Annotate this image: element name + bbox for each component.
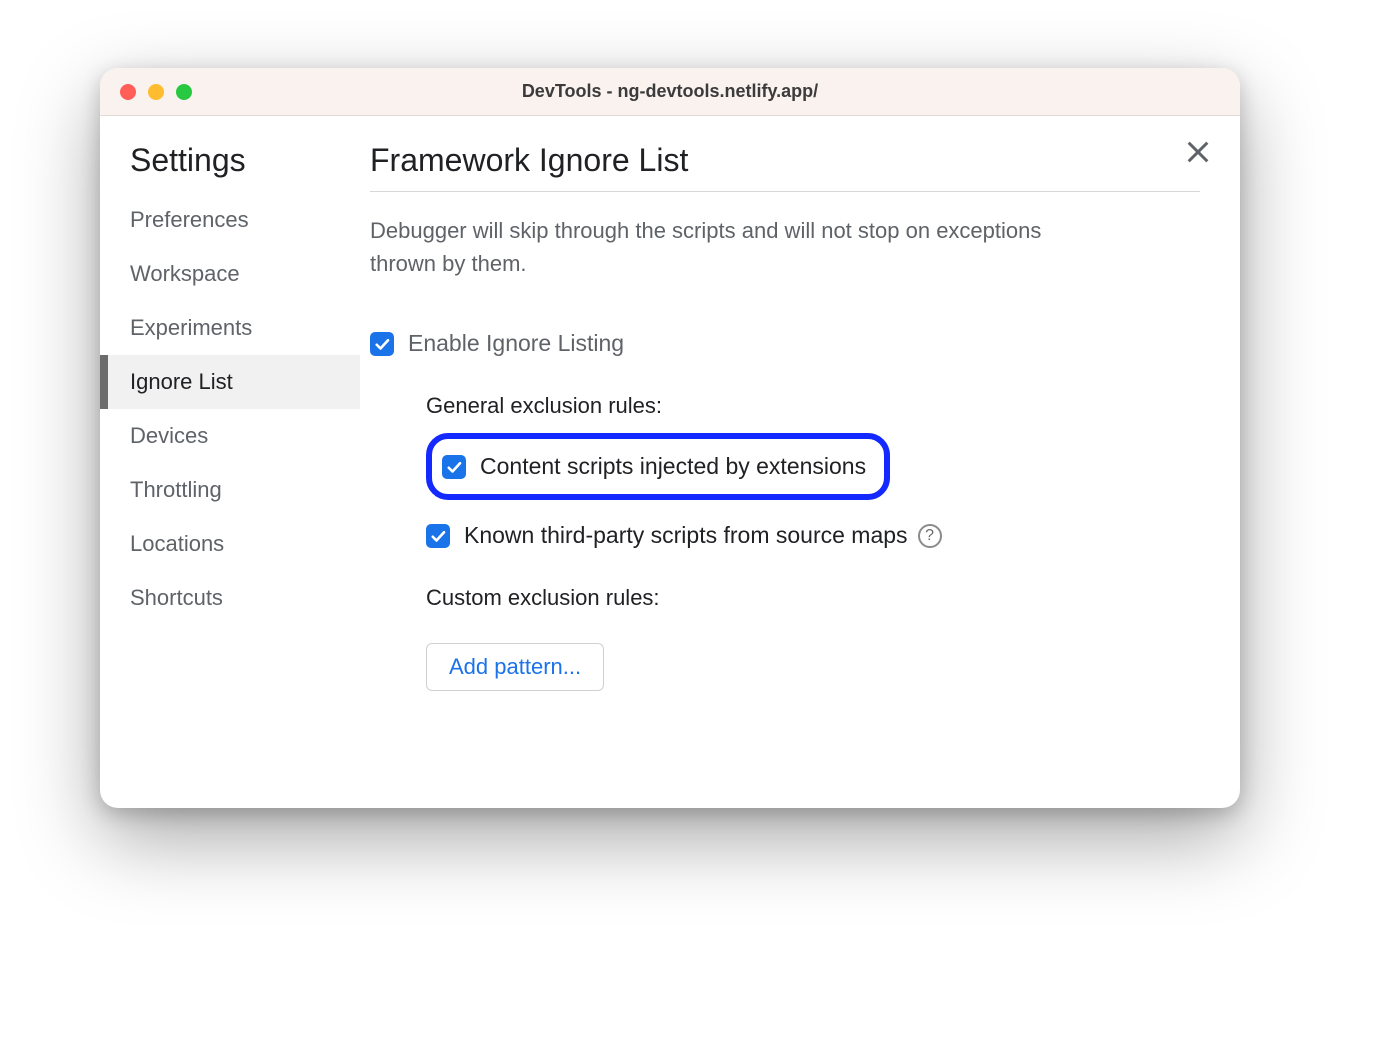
- sidebar-item-label: Locations: [130, 531, 224, 556]
- sidebar-item-label: Devices: [130, 423, 208, 448]
- third-party-scripts-row-wrap: Known third-party scripts from source ma…: [426, 516, 1200, 555]
- sidebar-item-locations[interactable]: Locations: [100, 517, 360, 571]
- page-title: Framework Ignore List: [370, 142, 1200, 192]
- sidebar-item-label: Workspace: [130, 261, 240, 286]
- sidebar-item-devices[interactable]: Devices: [100, 409, 360, 463]
- sidebar-item-label: Preferences: [130, 207, 249, 232]
- sidebar-item-ignore-list[interactable]: Ignore List: [100, 355, 360, 409]
- third-party-scripts-row: Known third-party scripts from source ma…: [426, 516, 908, 555]
- traffic-lights: [120, 84, 192, 100]
- content-scripts-row: Content scripts injected by extensions: [442, 447, 866, 486]
- checkmark-icon: [373, 335, 391, 353]
- sidebar: Settings Preferences Workspace Experimen…: [100, 116, 360, 808]
- checkmark-icon: [429, 527, 447, 545]
- sidebar-item-label: Ignore List: [130, 369, 233, 394]
- highlighted-rule: Content scripts injected by extensions: [426, 433, 890, 500]
- content-scripts-checkbox[interactable]: [442, 455, 466, 479]
- enable-ignore-listing-checkbox[interactable]: [370, 332, 394, 356]
- sidebar-item-workspace[interactable]: Workspace: [100, 247, 360, 301]
- window-title: DevTools - ng-devtools.netlify.app/: [100, 81, 1240, 102]
- sidebar-item-label: Throttling: [130, 477, 222, 502]
- add-pattern-button[interactable]: Add pattern...: [426, 643, 604, 691]
- settings-window: DevTools - ng-devtools.netlify.app/ Sett…: [100, 68, 1240, 808]
- sidebar-item-throttling[interactable]: Throttling: [100, 463, 360, 517]
- page-description: Debugger will skip through the scripts a…: [370, 214, 1090, 280]
- general-exclusion-rules: Content scripts injected by extensions K…: [426, 433, 1200, 555]
- enable-ignore-listing-label: Enable Ignore Listing: [408, 330, 624, 357]
- help-icon[interactable]: ?: [918, 524, 942, 548]
- main-panel: Framework Ignore List Debugger will skip…: [360, 116, 1240, 808]
- sidebar-item-shortcuts[interactable]: Shortcuts: [100, 571, 360, 625]
- sidebar-item-label: Shortcuts: [130, 585, 223, 610]
- general-exclusion-heading: General exclusion rules:: [426, 393, 1200, 419]
- checkmark-icon: [445, 458, 463, 476]
- enable-ignore-listing-row: Enable Ignore Listing: [370, 324, 1200, 363]
- third-party-scripts-label: Known third-party scripts from source ma…: [464, 522, 908, 549]
- sidebar-item-preferences[interactable]: Preferences: [100, 193, 360, 247]
- window-close-button[interactable]: [120, 84, 136, 100]
- window-maximize-button[interactable]: [176, 84, 192, 100]
- content-scripts-label: Content scripts injected by extensions: [480, 453, 866, 480]
- window-body: Settings Preferences Workspace Experimen…: [100, 116, 1240, 808]
- sidebar-title: Settings: [100, 142, 360, 193]
- custom-exclusion-heading: Custom exclusion rules:: [426, 585, 1200, 611]
- sidebar-item-label: Experiments: [130, 315, 252, 340]
- titlebar: DevTools - ng-devtools.netlify.app/: [100, 68, 1240, 116]
- sidebar-item-experiments[interactable]: Experiments: [100, 301, 360, 355]
- close-icon[interactable]: [1184, 138, 1212, 166]
- third-party-scripts-checkbox[interactable]: [426, 524, 450, 548]
- window-minimize-button[interactable]: [148, 84, 164, 100]
